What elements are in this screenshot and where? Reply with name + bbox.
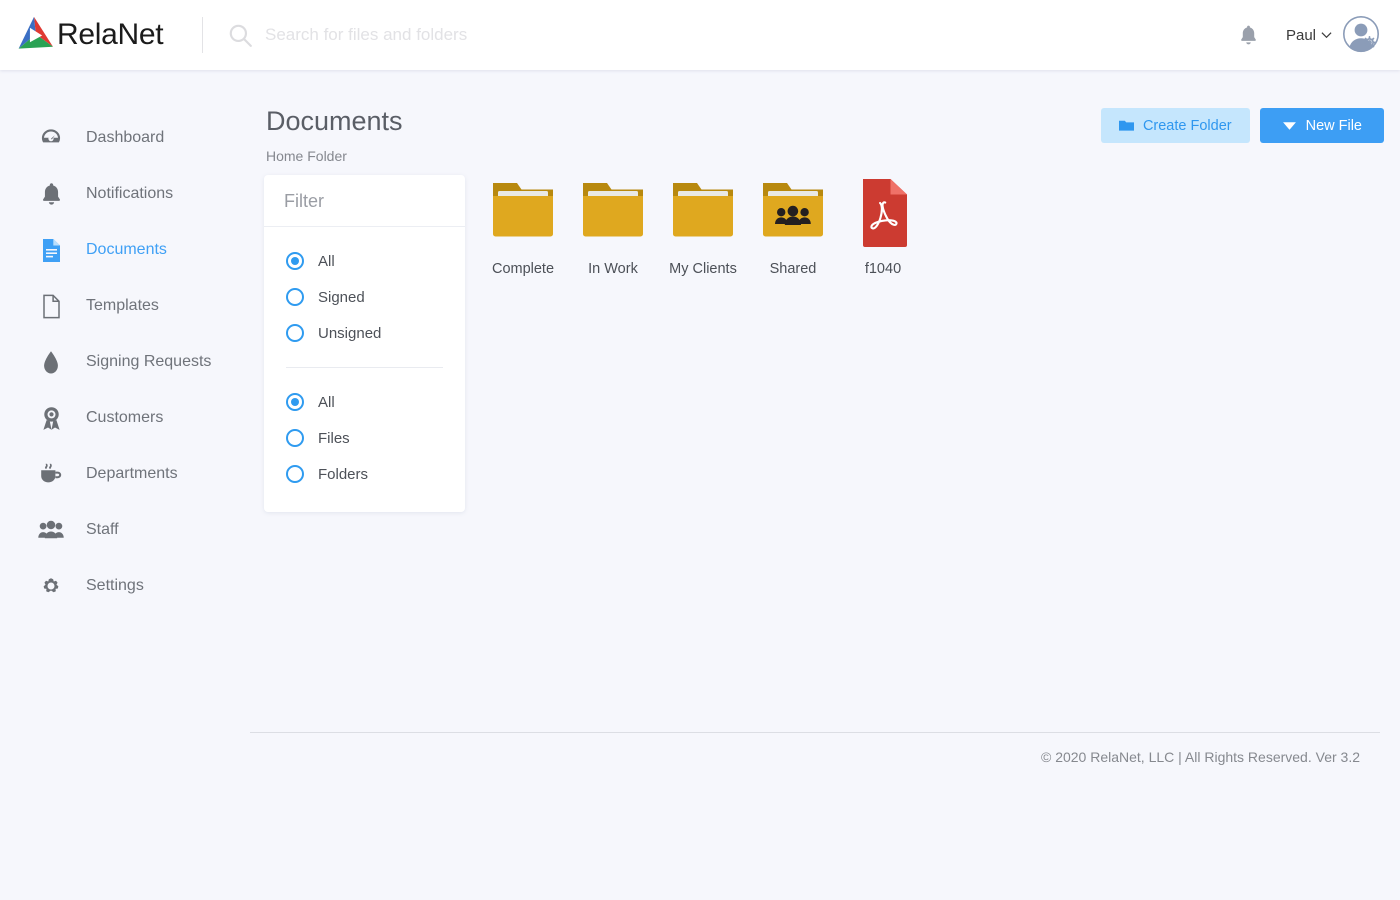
user-avatar-with-gear-icon (1342, 15, 1380, 53)
search-input[interactable] (265, 25, 1045, 45)
file-item-shared[interactable]: Shared (748, 177, 838, 277)
filter-option-folders[interactable]: Folders (286, 456, 465, 492)
folder-icon (1118, 120, 1134, 131)
filter-option-label: All (318, 252, 335, 270)
filter-option-all-status[interactable]: All (286, 243, 465, 279)
top-bar: RelaNet Paul (0, 0, 1400, 70)
radio-indicator[interactable] (286, 429, 304, 447)
folder-shared-people-icon (763, 183, 823, 237)
footer-copyright: © 2020 RelaNet, LLC | All Rights Reserve… (1040, 749, 1360, 765)
gear-icon (38, 573, 64, 599)
new-file-label: New File (1305, 117, 1362, 134)
sidebar-item-departments[interactable]: Departments (0, 446, 250, 502)
file-item-in-work[interactable]: In Work (568, 177, 658, 277)
radio-indicator[interactable] (286, 252, 304, 270)
main-content: Documents Home Folder Create Folder New … (250, 70, 1400, 900)
bell-icon (1241, 25, 1257, 45)
brand-logo[interactable]: RelaNet (0, 16, 190, 54)
folder-icon (583, 183, 643, 237)
radio-indicator[interactable] (286, 393, 304, 411)
file-item-complete[interactable]: Complete (478, 177, 568, 277)
radio-indicator[interactable] (286, 324, 304, 342)
sidebar-item-customers[interactable]: Customers (0, 390, 250, 446)
folder-icon (673, 183, 733, 237)
create-folder-button[interactable]: Create Folder (1100, 108, 1250, 143)
filter-option-files[interactable]: Files (286, 420, 465, 456)
relanet-triangle-logo-icon (18, 16, 53, 49)
new-file-button[interactable]: New File (1259, 108, 1384, 143)
file-name: My Clients (669, 261, 737, 277)
filter-option-label: Files (318, 429, 350, 447)
sidebar-item-label: Customers (86, 409, 164, 426)
filter-option-label: Unsigned (318, 324, 382, 342)
user-name-label: Paul (1285, 26, 1316, 44)
file-item-my-clients[interactable]: My Clients (658, 177, 748, 277)
bell-icon (38, 181, 64, 207)
page-title: Documents (266, 106, 403, 136)
caret-down-icon (1282, 122, 1296, 130)
file-grid: Complete In Work My Clients Shared f1040 (478, 177, 1378, 277)
filter-option-signed[interactable]: Signed (286, 279, 465, 315)
page-header: Documents Home Folder Create Folder New … (250, 70, 1400, 164)
sidebar-item-label: Notifications (86, 185, 174, 202)
filter-option-all-type[interactable]: All (286, 384, 465, 420)
ink-drop-icon (38, 349, 64, 375)
sidebar-item-settings[interactable]: Settings (0, 558, 250, 614)
sidebar-item-dashboard[interactable]: Dashboard (0, 110, 250, 166)
chevron-down-icon (1321, 32, 1332, 39)
filter-panel: Filter All Signed Unsigned All Files Fol… (264, 175, 465, 512)
page-actions: Create Folder New File (1100, 108, 1384, 143)
sidebar-item-label: Departments (86, 465, 178, 482)
filter-option-label: Folders (318, 465, 369, 483)
sidebar-item-label: Signing Requests (86, 353, 212, 370)
sidebar-item-label: Settings (86, 577, 144, 594)
avatar[interactable] (1342, 15, 1382, 55)
file-name: f1040 (864, 261, 902, 277)
notifications-bell-button[interactable] (1232, 18, 1266, 52)
user-menu[interactable]: Paul (1286, 27, 1332, 44)
award-ribbon-icon (38, 405, 64, 431)
sidebar-item-notifications[interactable]: Notifications (0, 166, 250, 222)
radio-indicator[interactable] (286, 288, 304, 306)
radio-indicator[interactable] (286, 465, 304, 483)
filter-panel-title: Filter (264, 175, 465, 227)
sidebar-item-label: Documents (86, 241, 167, 258)
filter-group-sign-status: All Signed Unsigned (264, 227, 465, 357)
search-icon (229, 24, 252, 47)
document-lines-icon (38, 237, 64, 263)
sidebar-item-documents[interactable]: Documents (0, 222, 250, 278)
filter-group-item-type: All Files Folders (264, 368, 465, 498)
footer-divider (250, 732, 1380, 733)
filter-option-label: Signed (318, 288, 365, 306)
breadcrumb: Home Folder (266, 148, 347, 164)
search-bar[interactable] (203, 22, 1232, 48)
file-name: Shared (769, 261, 817, 277)
footer: © 2020 RelaNet, LLC | All Rights Reserve… (250, 732, 1380, 765)
sidebar-item-label: Templates (86, 297, 159, 314)
create-folder-label: Create Folder (1142, 117, 1232, 134)
sidebar-item-templates[interactable]: Templates (0, 278, 250, 334)
sidebar-item-staff[interactable]: Staff (0, 502, 250, 558)
sidebar-item-signing-requests[interactable]: Signing Requests (0, 334, 250, 390)
dashboard-icon (38, 125, 64, 151)
file-item-f1040[interactable]: f1040 (838, 177, 928, 277)
coffee-cup-icon (38, 461, 64, 487)
sidebar-item-label: Dashboard (86, 129, 165, 146)
filter-option-label: All (318, 393, 335, 411)
filter-option-unsigned[interactable]: Unsigned (286, 315, 465, 351)
sidebar-item-label: Staff (86, 521, 119, 538)
pdf-file-icon (863, 179, 907, 247)
file-name: In Work (588, 261, 638, 277)
top-bar-actions: Paul (1232, 15, 1400, 55)
people-group-icon (38, 517, 64, 543)
page-blank-icon (38, 293, 64, 319)
sidebar: Dashboard Notifications Documents Templa… (0, 70, 250, 900)
folder-icon (493, 183, 553, 237)
file-name: Complete (491, 261, 555, 277)
brand-name: RelaNet (57, 18, 164, 51)
